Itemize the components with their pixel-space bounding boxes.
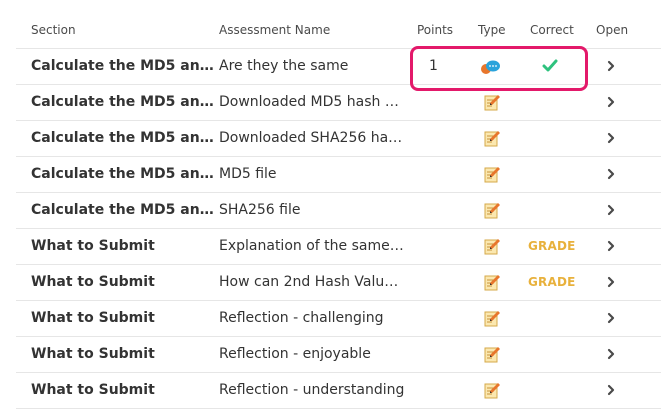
section-cell: Calculate the MD5 and S...	[31, 94, 215, 110]
table-row[interactable]: Calculate the MD5 and S...Are they the s…	[16, 49, 661, 85]
points-cell	[429, 121, 439, 156]
header-open[interactable]: Open	[596, 23, 628, 37]
section-cell: What to Submit	[31, 382, 155, 398]
header-type[interactable]: Type	[478, 23, 506, 37]
assessment-name-cell[interactable]: Reflection - enjoyable	[219, 337, 405, 372]
notepad-pencil-icon	[483, 274, 501, 292]
notepad-pencil-icon	[483, 238, 501, 256]
points-cell	[429, 157, 439, 192]
header-points[interactable]: Points	[417, 23, 453, 37]
chevron-right-icon[interactable]	[606, 132, 624, 150]
header-assessment-name[interactable]: Assessment Name	[219, 23, 330, 37]
chat-bubbles-icon	[479, 58, 500, 76]
chevron-right-icon[interactable]	[606, 312, 624, 330]
points-cell	[429, 193, 439, 228]
notepad-pencil-icon	[483, 130, 501, 148]
table-row[interactable]: What to Submit Reflection - understanding	[16, 373, 661, 409]
points-cell	[429, 301, 439, 336]
table-row[interactable]: Calculate the MD5 and S...Downloaded SHA…	[16, 121, 661, 157]
assessment-name-cell[interactable]: Explanation of the same h...	[219, 229, 405, 264]
chevron-right-icon[interactable]	[606, 204, 624, 222]
points-cell	[429, 337, 439, 372]
notepad-pencil-icon	[483, 166, 501, 184]
section-cell: What to Submit	[31, 274, 155, 290]
notepad-pencil-icon	[483, 94, 501, 112]
chevron-right-icon[interactable]	[606, 96, 624, 114]
chevron-right-icon[interactable]	[606, 276, 624, 294]
chevron-right-icon[interactable]	[606, 384, 624, 402]
notepad-pencil-icon	[483, 346, 501, 364]
notepad-pencil-icon	[483, 202, 501, 220]
table-row[interactable]: What to Submit How can 2nd Hash Value ...…	[16, 265, 661, 301]
section-cell: Calculate the MD5 and S...	[31, 166, 215, 182]
chevron-right-icon[interactable]	[606, 348, 624, 366]
table-row[interactable]: What to Submit Reflection - challenging	[16, 301, 661, 337]
points-cell	[429, 373, 439, 408]
notepad-pencil-icon	[483, 382, 501, 400]
section-cell: Calculate the MD5 and S...	[31, 58, 215, 74]
chevron-right-icon[interactable]	[606, 60, 624, 78]
header-section[interactable]: Section	[31, 23, 76, 37]
assessment-name-cell[interactable]: Reflection - challenging	[219, 301, 405, 336]
assessment-name-cell[interactable]: How can 2nd Hash Value ...	[219, 265, 405, 300]
assessment-name-cell[interactable]: Are they the same	[219, 49, 405, 84]
table-row[interactable]: Calculate the MD5 and S...MD5 file	[16, 157, 661, 193]
section-cell: What to Submit	[31, 310, 155, 326]
points-cell: 1	[429, 58, 438, 74]
chevron-right-icon[interactable]	[606, 168, 624, 186]
table-row[interactable]: What to Submit Reflection - enjoyable	[16, 337, 661, 373]
section-cell: What to Submit	[31, 346, 155, 362]
assessment-table: Section Assessment Name Points Type Corr…	[16, 0, 661, 409]
section-cell: What to Submit	[31, 238, 155, 254]
chevron-right-icon[interactable]	[606, 240, 624, 258]
table-row[interactable]: Calculate the MD5 and S...Downloaded MD5…	[16, 85, 661, 121]
table-header: Section Assessment Name Points Type Corr…	[16, 0, 661, 49]
header-correct[interactable]: Correct	[530, 23, 574, 37]
table-body: Calculate the MD5 and S...Are they the s…	[16, 49, 661, 409]
section-cell: Calculate the MD5 and S...	[31, 130, 215, 146]
table-row[interactable]: What to Submit Explanation of the same h.…	[16, 229, 661, 265]
points-cell	[429, 265, 439, 300]
grade-link[interactable]: GRADE	[528, 229, 588, 264]
table-row[interactable]: Calculate the MD5 and S...SHA256 file	[16, 193, 661, 229]
section-cell: Calculate the MD5 and S...	[31, 202, 215, 218]
points-cell	[429, 229, 439, 264]
grade-link[interactable]: GRADE	[528, 265, 588, 300]
points-cell	[429, 85, 439, 120]
assessment-name-cell[interactable]: Reflection - understanding	[219, 373, 405, 408]
assessment-name-cell[interactable]: MD5 file	[219, 157, 405, 192]
assessment-name-cell[interactable]: SHA256 file	[219, 193, 405, 228]
notepad-pencil-icon	[483, 310, 501, 328]
assessment-name-cell[interactable]: Downloaded SHA256 hash...	[219, 121, 405, 156]
checkmark-icon	[542, 59, 560, 77]
assessment-name-cell[interactable]: Downloaded MD5 hash va...	[219, 85, 405, 120]
